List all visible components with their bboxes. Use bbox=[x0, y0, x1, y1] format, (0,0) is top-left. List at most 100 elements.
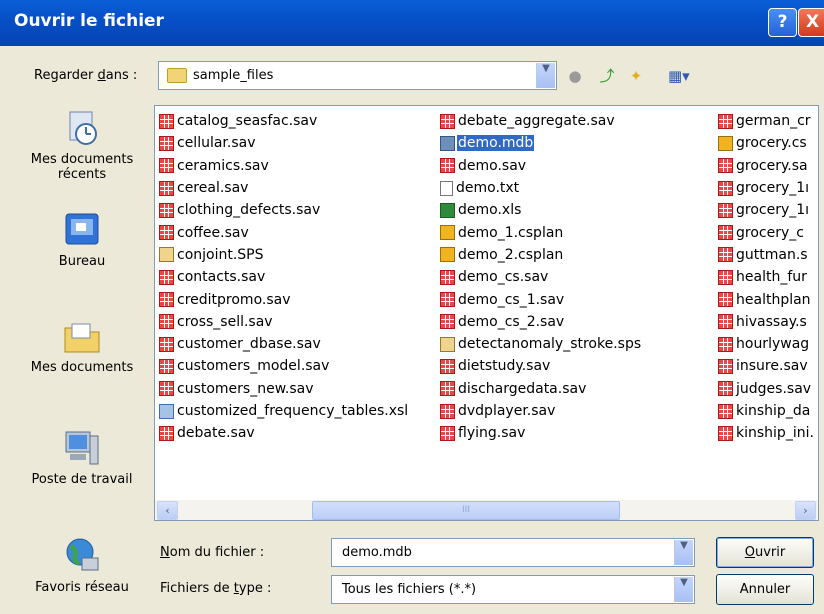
cancel-button[interactable]: Annuler bbox=[716, 574, 814, 605]
file-name: guttman.s bbox=[736, 246, 808, 263]
file-item[interactable]: clothing_defects.sav bbox=[159, 199, 409, 221]
file-item[interactable]: healthplan bbox=[718, 288, 815, 310]
sav-file-icon bbox=[718, 225, 733, 241]
file-item[interactable]: customized_frequency_tables.xsl bbox=[159, 400, 409, 422]
place-network[interactable]: Favoris réseau bbox=[12, 536, 152, 595]
file-item[interactable]: guttman.s bbox=[718, 244, 815, 266]
chevron-down-icon[interactable]: ▼ bbox=[536, 63, 555, 88]
sav-file-icon bbox=[159, 135, 174, 151]
file-item[interactable]: demo.xls bbox=[440, 199, 642, 221]
file-item[interactable]: demo.sav bbox=[440, 155, 642, 177]
file-item[interactable]: customers_new.sav bbox=[159, 378, 409, 400]
file-name: debate.sav bbox=[177, 425, 255, 442]
help-button[interactable]: ? bbox=[768, 8, 797, 37]
file-item[interactable]: cross_sell.sav bbox=[159, 311, 409, 333]
file-name: demo_cs_2.sav bbox=[458, 313, 565, 330]
file-item[interactable]: demo_2.csplan bbox=[440, 244, 642, 266]
file-name: demo_cs_1.sav bbox=[458, 291, 565, 308]
file-item[interactable]: grocery_c bbox=[718, 221, 815, 243]
file-item[interactable]: kinship_da bbox=[718, 400, 815, 422]
file-name: demo.sav bbox=[458, 157, 527, 174]
filename-label: Nom du fichier : bbox=[160, 545, 265, 560]
place-recent[interactable]: Mes documents récents bbox=[12, 108, 152, 182]
file-name: hivassay.s bbox=[736, 313, 807, 330]
view-menu-icon[interactable]: ▦▾ bbox=[668, 67, 690, 85]
file-name: flying.sav bbox=[458, 425, 526, 442]
place-label: Mes documents récents bbox=[30, 152, 134, 182]
file-item[interactable]: ceramics.sav bbox=[159, 155, 409, 177]
file-item[interactable]: contacts.sav bbox=[159, 266, 409, 288]
file-item[interactable]: detectanomaly_stroke.sps bbox=[440, 333, 642, 355]
file-item[interactable]: demo_1.csplan bbox=[440, 221, 642, 243]
scroll-left-button[interactable]: ‹ bbox=[157, 501, 178, 520]
file-item[interactable]: dischargedata.sav bbox=[440, 378, 642, 400]
sav-file-icon bbox=[718, 180, 733, 196]
file-name: customers_model.sav bbox=[177, 358, 330, 375]
new-folder-icon[interactable]: ✦ bbox=[627, 67, 645, 85]
file-item[interactable]: debate_aggregate.sav bbox=[440, 110, 642, 132]
filetype-value: Tous les fichiers (*.*) bbox=[342, 582, 477, 597]
file-list[interactable]: catalog_seasfac.sav cellular.sav ceramics.… bbox=[154, 105, 819, 521]
file-item[interactable]: demo_cs.sav bbox=[440, 266, 642, 288]
sav-file-icon bbox=[159, 292, 174, 308]
horizontal-scrollbar[interactable]: ‹ III › bbox=[155, 500, 818, 520]
place-label: Mes documents bbox=[30, 360, 134, 375]
file-name: demo.txt bbox=[456, 180, 520, 197]
file-item[interactable]: cereal.sav bbox=[159, 177, 409, 199]
place-my-computer[interactable]: Poste de travail bbox=[12, 428, 152, 487]
filetype-dropdown[interactable]: Tous les fichiers (*.*) ▼ bbox=[331, 575, 695, 604]
file-item[interactable]: grocery_1ı bbox=[718, 199, 815, 221]
csplan-file-icon bbox=[440, 247, 455, 263]
file-name: ceramics.sav bbox=[177, 157, 269, 174]
chevron-down-icon[interactable]: ▼ bbox=[674, 577, 693, 602]
sav-file-icon bbox=[718, 247, 733, 263]
file-item[interactable]: demo_cs_2.sav bbox=[440, 311, 642, 333]
file-item[interactable]: demo_cs_1.sav bbox=[440, 288, 642, 310]
file-item[interactable]: dietstudy.sav bbox=[440, 355, 642, 377]
file-item[interactable]: cellular.sav bbox=[159, 132, 409, 154]
file-item[interactable]: catalog_seasfac.sav bbox=[159, 110, 409, 132]
file-name: grocery_1ı bbox=[736, 202, 810, 219]
filename-value: demo.mdb bbox=[342, 545, 412, 560]
scroll-right-button[interactable]: › bbox=[795, 501, 816, 520]
file-item[interactable]: insure.sav bbox=[718, 355, 815, 377]
chevron-down-icon[interactable]: ▼ bbox=[674, 540, 693, 565]
file-item[interactable]: customers_model.sav bbox=[159, 355, 409, 377]
file-item[interactable]: flying.sav bbox=[440, 422, 642, 444]
file-item[interactable]: health_fur bbox=[718, 266, 815, 288]
filename-input[interactable]: demo.mdb ▼ bbox=[331, 538, 695, 567]
file-name: healthplan bbox=[736, 291, 811, 308]
file-name: kinship_ini. bbox=[736, 425, 814, 442]
file-name: insure.sav bbox=[736, 358, 808, 375]
file-item[interactable]: creditpromo.sav bbox=[159, 288, 409, 310]
look-in-dropdown[interactable]: sample_files ▼ bbox=[158, 61, 557, 90]
file-item[interactable]: dvdplayer.sav bbox=[440, 400, 642, 422]
file-item[interactable]: demo.mdb bbox=[440, 132, 642, 154]
open-button[interactable]: Ouvrir bbox=[716, 537, 814, 568]
file-item[interactable]: debate.sav bbox=[159, 422, 409, 444]
file-item[interactable]: demo.txt bbox=[440, 177, 642, 199]
file-name: grocery_1ı bbox=[736, 180, 810, 197]
back-icon[interactable]: ● bbox=[566, 67, 584, 85]
file-item[interactable]: coffee.sav bbox=[159, 221, 409, 243]
scroll-thumb[interactable]: III bbox=[312, 501, 620, 520]
file-item[interactable]: kinship_ini. bbox=[718, 422, 815, 444]
title-bar[interactable]: Ouvrir le fichier ? X bbox=[0, 0, 824, 46]
file-item[interactable]: customer_dbase.sav bbox=[159, 333, 409, 355]
file-item[interactable]: grocery_1ı bbox=[718, 177, 815, 199]
file-item[interactable]: hivassay.s bbox=[718, 311, 815, 333]
filetype-label: Fichiers de type : bbox=[160, 581, 272, 596]
file-item[interactable]: grocery.cs bbox=[718, 132, 815, 154]
file-name: cellular.sav bbox=[177, 135, 256, 152]
file-item[interactable]: grocery.sa bbox=[718, 155, 815, 177]
up-folder-icon[interactable]: ⤴ bbox=[598, 67, 616, 85]
sav-file-icon bbox=[718, 403, 733, 419]
close-button[interactable]: X bbox=[798, 8, 824, 37]
sav-file-icon bbox=[718, 202, 733, 218]
file-item[interactable]: conjoint.SPS bbox=[159, 244, 409, 266]
place-my-documents[interactable]: Mes documents bbox=[12, 316, 152, 375]
file-item[interactable]: hourlywag bbox=[718, 333, 815, 355]
place-desktop[interactable]: Bureau bbox=[12, 210, 152, 269]
file-item[interactable]: judges.sav bbox=[718, 378, 815, 400]
file-item[interactable]: german_cr bbox=[718, 110, 815, 132]
